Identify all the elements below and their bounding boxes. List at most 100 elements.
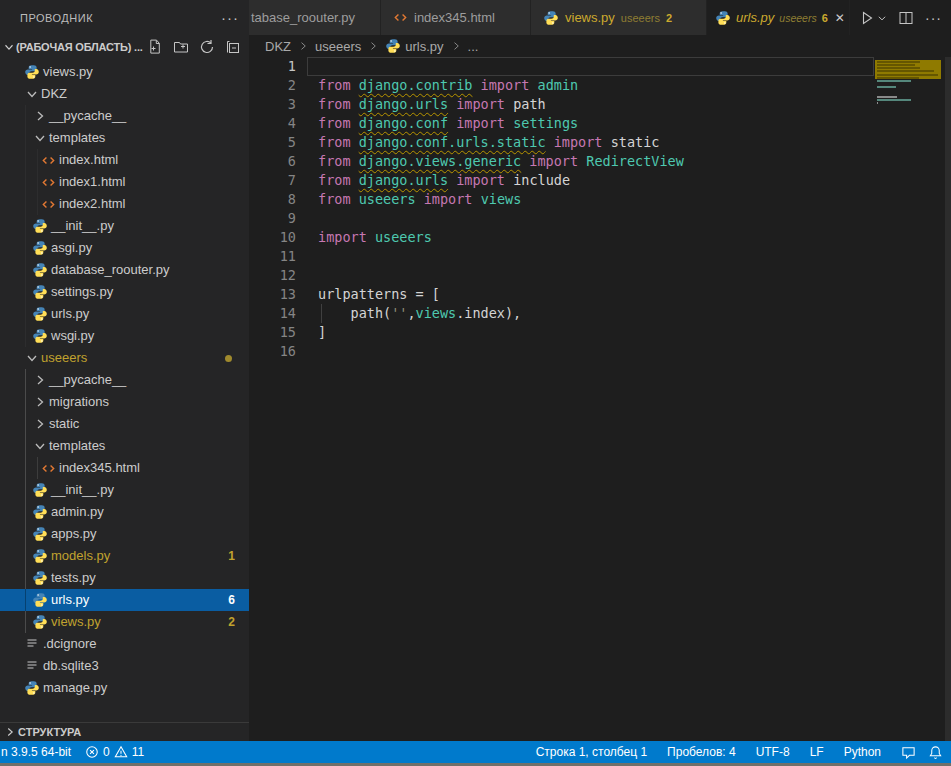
minimap[interactable] <box>875 57 945 741</box>
chevron-right-icon <box>32 372 48 388</box>
tab-tabase_roouter.py[interactable]: tabase_roouter.py <box>249 0 381 35</box>
tab-urls.py[interactable]: urls.pyuseeers6✕ <box>707 0 850 35</box>
code-editor[interactable]: 12from django.contrib import admin3from … <box>249 57 951 741</box>
python-icon <box>32 504 48 520</box>
status-language-mode[interactable]: Python <box>844 745 881 759</box>
tree-item-apps.py[interactable]: apps.py <box>0 523 249 545</box>
html-icon <box>393 10 408 25</box>
code-line-3: from django.urls import path <box>318 95 546 114</box>
python-icon <box>32 482 48 498</box>
breadcrumb-item-...[interactable]: ... <box>468 39 479 54</box>
tree-item-asgi.py[interactable]: asgi.py <box>0 237 249 259</box>
tab-index345.html[interactable]: index345.html <box>381 0 531 35</box>
split-editor-icon[interactable] <box>898 10 914 26</box>
tree-item-migrations[interactable]: migrations <box>0 391 249 413</box>
breadcrumb-item-DKZ[interactable]: DKZ <box>265 39 291 54</box>
tree-item-__init__.py[interactable]: __init__.py <box>0 479 249 501</box>
tree-item-admin.py[interactable]: admin.py <box>0 501 249 523</box>
problems-badge: 2 <box>228 611 235 633</box>
outline-section-header[interactable]: СТРУКТУРА <box>0 722 249 741</box>
line-number: 5 <box>249 133 296 152</box>
tree-item-index1.html[interactable]: index1.html <box>0 171 249 193</box>
status-encoding[interactable]: UTF-8 <box>756 745 790 759</box>
chevron-right-icon <box>32 394 48 410</box>
breadcrumb-item-urls.py[interactable]: urls.py <box>385 38 443 54</box>
status-indentation[interactable]: Пробелов: 4 <box>667 745 736 759</box>
chevron-right-icon <box>32 108 48 124</box>
tree-item-settings.py[interactable]: settings.py <box>0 281 249 303</box>
line-number: 9 <box>249 209 296 228</box>
tree-item-views.py[interactable]: views.py <box>0 61 249 83</box>
run-button[interactable] <box>859 10 887 26</box>
tree-item-templates[interactable]: templates <box>0 127 249 149</box>
tree-item-views.py[interactable]: views.py2 <box>0 611 249 633</box>
more-actions-icon[interactable]: ··· <box>925 14 942 22</box>
tree-item-index.html[interactable]: index.html <box>0 149 249 171</box>
file-icon <box>24 658 40 674</box>
tree-item-__pycache__[interactable]: __pycache__ <box>0 369 249 391</box>
tree-item-database_roouter.py[interactable]: database_roouter.py <box>0 259 249 281</box>
python-icon <box>32 328 48 344</box>
status-eol[interactable]: LF <box>810 745 824 759</box>
python-icon <box>32 306 48 322</box>
collapse-all-icon[interactable] <box>225 39 241 55</box>
tree-item-useeers[interactable]: useeers <box>0 347 249 369</box>
scrollbar[interactable] <box>945 57 951 741</box>
tab-label: tabase_roouter.py <box>251 10 355 25</box>
tab-views.py[interactable]: views.pyuseeers2 <box>531 0 707 35</box>
tab-label: views.py <box>565 10 615 25</box>
code-line-10: import useeers <box>318 228 432 247</box>
tree-item-static[interactable]: static <box>0 413 249 435</box>
line-number: 4 <box>249 114 296 133</box>
tree-item-templates[interactable]: templates <box>0 435 249 457</box>
tree-item-wsgi.py[interactable]: wsgi.py <box>0 325 249 347</box>
tree-item-index2.html[interactable]: index2.html <box>0 193 249 215</box>
breadcrumb[interactable]: DKZ useeers urls.py... <box>249 35 951 57</box>
feedback-icon[interactable] <box>901 745 916 760</box>
tree-item-DKZ[interactable]: DKZ <box>0 83 249 105</box>
tree-item-manage.py[interactable]: manage.py <box>0 677 249 699</box>
chevron-down-icon <box>2 39 16 55</box>
problems-indicator[interactable]: 0 11 <box>85 745 144 759</box>
python-icon <box>385 38 401 54</box>
notifications-icon[interactable] <box>928 745 943 760</box>
python-version[interactable]: n 3.9.5 64-bit <box>1 745 71 759</box>
html-icon <box>41 197 56 212</box>
line-number: 8 <box>249 190 296 209</box>
python-icon <box>32 592 48 608</box>
new-file-icon[interactable] <box>147 39 163 55</box>
editor-area: tabase_roouter.py index345.html views.py us… <box>249 0 951 741</box>
tree-item-.dcignore[interactable]: .dcignore <box>0 633 249 655</box>
explorer-more-icon[interactable]: ··· <box>221 14 239 22</box>
chevron-down-icon <box>32 130 48 146</box>
tree-item-tests.py[interactable]: tests.py <box>0 567 249 589</box>
workspace-section-header[interactable]: (РАБОЧАЯ ОБЛАСТЬ) ... <box>0 35 249 59</box>
explorer-title: ПРОВОДНИК <box>20 12 221 24</box>
chevron-down-icon <box>877 13 887 23</box>
python-icon <box>24 64 40 80</box>
breadcrumb-item-useeers[interactable]: useeers <box>315 39 361 54</box>
code-line-5: from django.conf.urls.static import stat… <box>318 133 659 152</box>
tree-item-index345.html[interactable]: index345.html <box>0 457 249 479</box>
close-icon[interactable]: ✕ <box>835 11 845 25</box>
line-number: 10 <box>249 228 296 247</box>
new-folder-icon[interactable] <box>173 39 189 55</box>
tree-item-__init__.py[interactable]: __init__.py <box>0 215 249 237</box>
run-icon <box>859 10 875 26</box>
outline-label: СТРУКТУРА <box>18 726 81 738</box>
chevron-down-icon <box>24 86 40 102</box>
line-number: 7 <box>249 171 296 190</box>
tree-item-urls.py[interactable]: urls.py6 <box>0 589 249 611</box>
error-count: 0 <box>103 745 110 759</box>
status-cursor-position[interactable]: Строка 1, столбец 1 <box>536 745 647 759</box>
python-icon <box>32 262 48 278</box>
tab-desc: useeers <box>621 12 660 24</box>
explorer-actions <box>147 39 249 55</box>
refresh-icon[interactable] <box>199 39 215 55</box>
tree-item-__pycache__[interactable]: __pycache__ <box>0 105 249 127</box>
tab-desc: useeers <box>779 12 816 24</box>
tree-item-models.py[interactable]: models.py1 <box>0 545 249 567</box>
tree-item-urls.py[interactable]: urls.py <box>0 303 249 325</box>
chevron-down-icon <box>32 438 48 454</box>
tree-item-db.sqlite3[interactable]: db.sqlite3 <box>0 655 249 677</box>
